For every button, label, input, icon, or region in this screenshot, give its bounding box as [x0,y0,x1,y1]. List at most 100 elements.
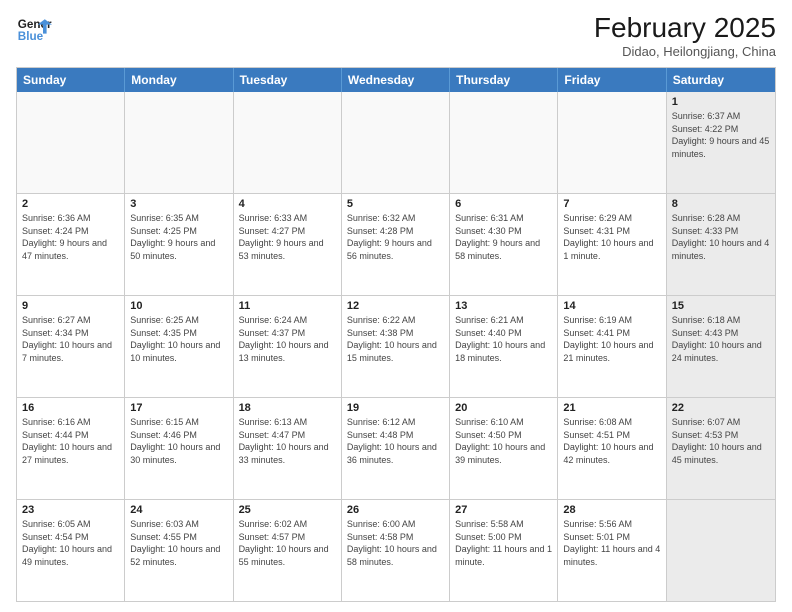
calendar-header: SundayMondayTuesdayWednesdayThursdayFrid… [17,68,775,92]
calendar-cell-1-1: 3 Sunrise: 6:35 AM Sunset: 4:25 PM Daylig… [125,194,233,295]
day-info: Sunrise: 6:24 AM Sunset: 4:37 PM Dayligh… [239,314,336,364]
day-info: Sunrise: 6:03 AM Sunset: 4:55 PM Dayligh… [130,518,227,568]
calendar-cell-0-5 [558,92,666,193]
day-number: 5 [347,198,444,210]
day-info: Sunrise: 6:28 AM Sunset: 4:33 PM Dayligh… [672,212,770,262]
page: General Blue February 2025 Didao, Heilon… [0,0,792,612]
day-info: Sunrise: 5:56 AM Sunset: 5:01 PM Dayligh… [563,518,660,568]
header-day-wednesday: Wednesday [342,68,450,92]
header-day-thursday: Thursday [450,68,558,92]
title-block: February 2025 Didao, Heilongjiang, China [594,12,776,59]
day-number: 12 [347,300,444,312]
calendar-cell-1-3: 5 Sunrise: 6:32 AM Sunset: 4:28 PM Daylig… [342,194,450,295]
calendar-row-0: 1Sunrise: 6:37 AM Sunset: 4:22 PM Daylig… [17,92,775,193]
logo-icon: General Blue [16,12,52,48]
calendar-cell-4-5: 28 Sunrise: 5:56 AM Sunset: 5:01 PM Dayli… [558,500,666,601]
day-number: 8 [672,198,770,210]
day-info: Sunrise: 6:05 AM Sunset: 4:54 PM Dayligh… [22,518,119,568]
calendar-cell-4-4: 27Sunrise: 5:58 AM Sunset: 5:00 PM Dayli… [450,500,558,601]
day-number: 11 [239,300,336,312]
calendar-cell-1-4: 6Sunrise: 6:31 AM Sunset: 4:30 PM Daylig… [450,194,558,295]
day-number: 28 [563,504,660,516]
calendar-cell-2-3: 12 Sunrise: 6:22 AM Sunset: 4:38 PM Dayli… [342,296,450,397]
calendar-cell-3-0: 16Sunrise: 6:16 AM Sunset: 4:44 PM Dayli… [17,398,125,499]
day-info: Sunrise: 6:07 AM Sunset: 4:53 PM Dayligh… [672,416,770,466]
logo: General Blue [16,12,52,48]
calendar-cell-3-4: 20 Sunrise: 6:10 AM Sunset: 4:50 PM Dayli… [450,398,558,499]
day-number: 13 [455,300,552,312]
calendar-cell-4-2: 25 Sunrise: 6:02 AM Sunset: 4:57 PM Dayli… [234,500,342,601]
day-number: 21 [563,402,660,414]
month-title: February 2025 [594,12,776,44]
calendar-cell-1-5: 7 Sunrise: 6:29 AM Sunset: 4:31 PM Daylig… [558,194,666,295]
day-number: 20 [455,402,552,414]
day-info: Sunrise: 6:19 AM Sunset: 4:41 PM Dayligh… [563,314,660,364]
day-info: Sunrise: 5:58 AM Sunset: 5:00 PM Dayligh… [455,518,552,568]
day-number: 7 [563,198,660,210]
calendar-cell-3-5: 21Sunrise: 6:08 AM Sunset: 4:51 PM Dayli… [558,398,666,499]
calendar-row-3: 16Sunrise: 6:16 AM Sunset: 4:44 PM Dayli… [17,397,775,499]
header-day-friday: Friday [558,68,666,92]
day-info: Sunrise: 6:25 AM Sunset: 4:35 PM Dayligh… [130,314,227,364]
day-info: Sunrise: 6:29 AM Sunset: 4:31 PM Dayligh… [563,212,660,262]
calendar-row-1: 2 Sunrise: 6:36 AM Sunset: 4:24 PM Daylig… [17,193,775,295]
day-info: Sunrise: 6:36 AM Sunset: 4:24 PM Dayligh… [22,212,119,262]
day-info: Sunrise: 6:22 AM Sunset: 4:38 PM Dayligh… [347,314,444,364]
day-info: Sunrise: 6:00 AM Sunset: 4:58 PM Dayligh… [347,518,444,568]
calendar-cell-4-1: 24 Sunrise: 6:03 AM Sunset: 4:55 PM Dayli… [125,500,233,601]
calendar-cell-2-0: 9Sunrise: 6:27 AM Sunset: 4:34 PM Daylig… [17,296,125,397]
calendar-cell-2-5: 14 Sunrise: 6:19 AM Sunset: 4:41 PM Dayli… [558,296,666,397]
day-info: Sunrise: 6:02 AM Sunset: 4:57 PM Dayligh… [239,518,336,568]
calendar-row-4: 23Sunrise: 6:05 AM Sunset: 4:54 PM Dayli… [17,499,775,601]
calendar-body: 1Sunrise: 6:37 AM Sunset: 4:22 PM Daylig… [17,92,775,601]
calendar-cell-2-6: 15 Sunrise: 6:18 AM Sunset: 4:43 PM Dayli… [667,296,775,397]
day-number: 3 [130,198,227,210]
header-day-saturday: Saturday [667,68,775,92]
calendar-cell-3-3: 19 Sunrise: 6:12 AM Sunset: 4:48 PM Dayli… [342,398,450,499]
day-info: Sunrise: 6:12 AM Sunset: 4:48 PM Dayligh… [347,416,444,466]
calendar-cell-2-1: 10 Sunrise: 6:25 AM Sunset: 4:35 PM Dayli… [125,296,233,397]
day-number: 9 [22,300,119,312]
calendar-cell-2-4: 13Sunrise: 6:21 AM Sunset: 4:40 PM Dayli… [450,296,558,397]
day-info: Sunrise: 6:35 AM Sunset: 4:25 PM Dayligh… [130,212,227,262]
calendar-cell-0-2 [234,92,342,193]
header-day-monday: Monday [125,68,233,92]
calendar-cell-4-3: 26Sunrise: 6:00 AM Sunset: 4:58 PM Dayli… [342,500,450,601]
day-number: 1 [672,96,770,108]
day-number: 19 [347,402,444,414]
calendar-cell-3-6: 22 Sunrise: 6:07 AM Sunset: 4:53 PM Dayli… [667,398,775,499]
day-number: 15 [672,300,770,312]
day-number: 17 [130,402,227,414]
day-number: 4 [239,198,336,210]
header: General Blue February 2025 Didao, Heilon… [16,12,776,59]
calendar-cell-0-4 [450,92,558,193]
day-number: 6 [455,198,552,210]
calendar-cell-0-3 [342,92,450,193]
day-info: Sunrise: 6:15 AM Sunset: 4:46 PM Dayligh… [130,416,227,466]
day-info: Sunrise: 6:33 AM Sunset: 4:27 PM Dayligh… [239,212,336,262]
calendar-cell-2-2: 11 Sunrise: 6:24 AM Sunset: 4:37 PM Dayli… [234,296,342,397]
day-info: Sunrise: 6:13 AM Sunset: 4:47 PM Dayligh… [239,416,336,466]
calendar-cell-4-0: 23Sunrise: 6:05 AM Sunset: 4:54 PM Dayli… [17,500,125,601]
day-number: 22 [672,402,770,414]
calendar-cell-4-6 [667,500,775,601]
calendar-cell-3-1: 17 Sunrise: 6:15 AM Sunset: 4:46 PM Dayli… [125,398,233,499]
day-number: 24 [130,504,227,516]
calendar-cell-3-2: 18Sunrise: 6:13 AM Sunset: 4:47 PM Dayli… [234,398,342,499]
day-number: 25 [239,504,336,516]
calendar-cell-0-0 [17,92,125,193]
day-info: Sunrise: 6:10 AM Sunset: 4:50 PM Dayligh… [455,416,552,466]
day-number: 10 [130,300,227,312]
calendar-cell-1-6: 8 Sunrise: 6:28 AM Sunset: 4:33 PM Daylig… [667,194,775,295]
calendar: SundayMondayTuesdayWednesdayThursdayFrid… [16,67,776,602]
calendar-cell-1-0: 2 Sunrise: 6:36 AM Sunset: 4:24 PM Daylig… [17,194,125,295]
svg-text:Blue: Blue [18,30,44,43]
day-info: Sunrise: 6:18 AM Sunset: 4:43 PM Dayligh… [672,314,770,364]
day-number: 16 [22,402,119,414]
day-number: 2 [22,198,119,210]
calendar-cell-0-6: 1Sunrise: 6:37 AM Sunset: 4:22 PM Daylig… [667,92,775,193]
day-info: Sunrise: 6:32 AM Sunset: 4:28 PM Dayligh… [347,212,444,262]
day-number: 14 [563,300,660,312]
calendar-cell-1-2: 4 Sunrise: 6:33 AM Sunset: 4:27 PM Daylig… [234,194,342,295]
calendar-cell-0-1 [125,92,233,193]
